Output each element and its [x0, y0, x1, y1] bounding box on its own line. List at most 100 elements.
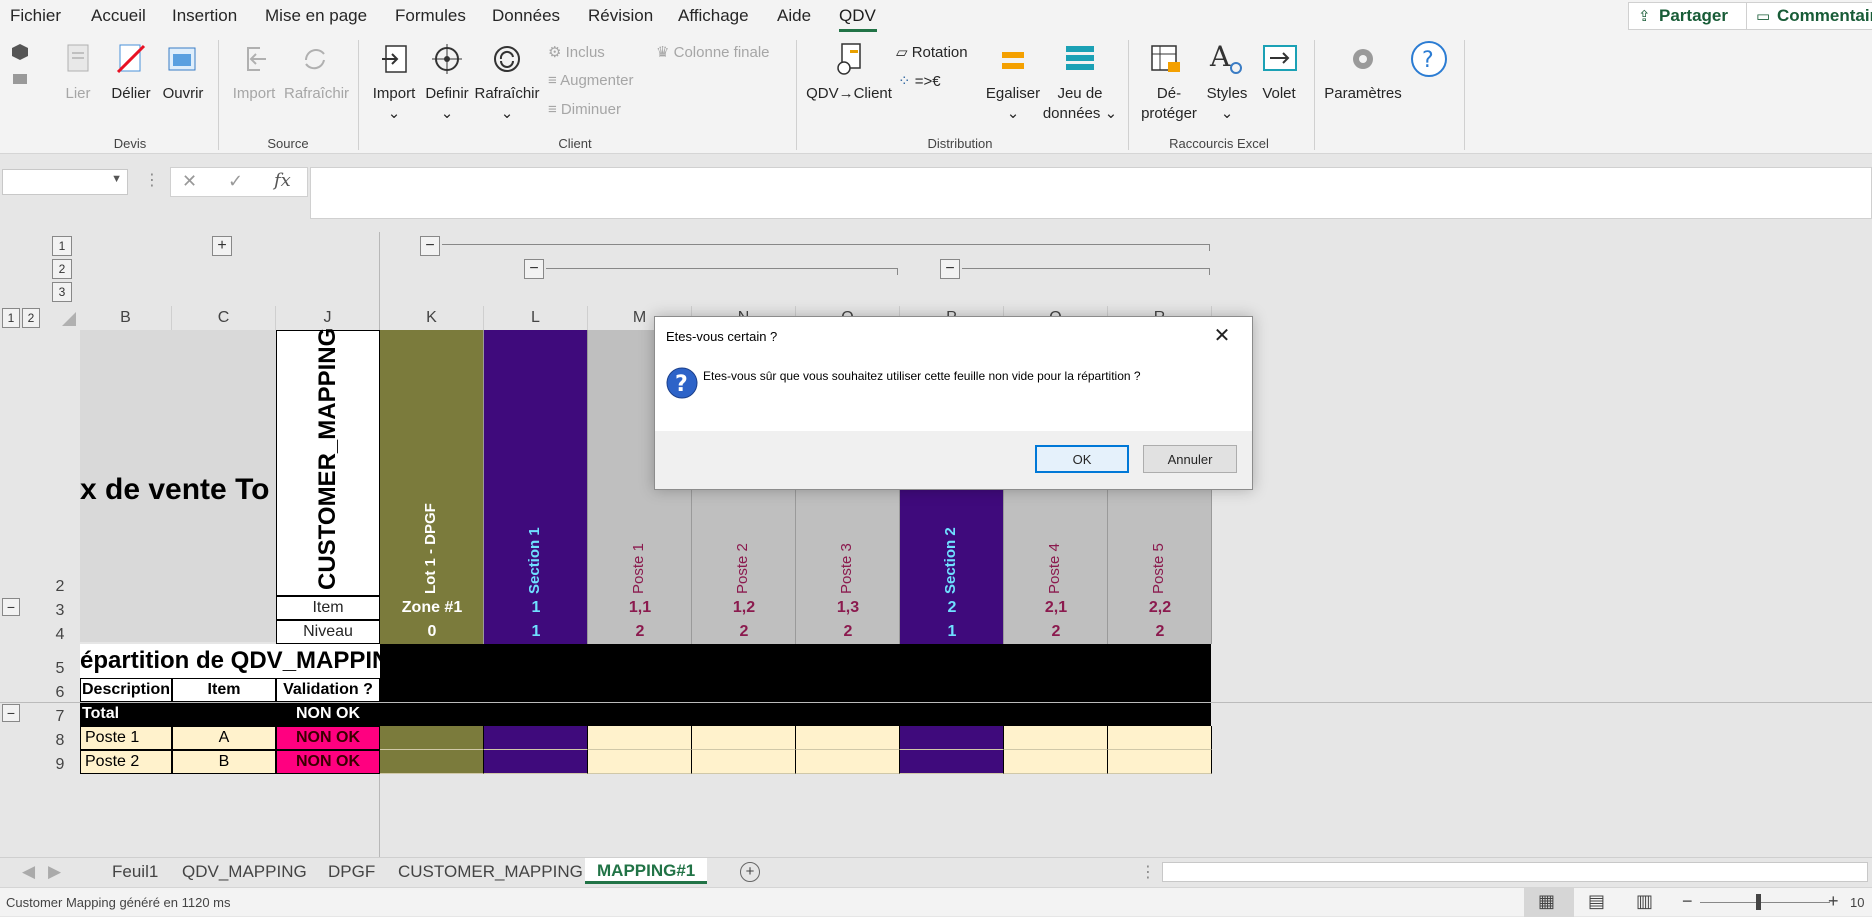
cancel-icon[interactable]: ✕ [182, 171, 197, 192]
augmenter-button[interactable]: ≡ Augmenter [548, 72, 633, 89]
styles-button[interactable]: Styles ⌄ [1202, 84, 1252, 124]
poste-value-cell[interactable] [900, 750, 1004, 774]
client-rafraichir-button[interactable]: Rafraîchir ⌄ [474, 84, 540, 124]
menu-mise-en-page[interactable]: Mise en page [265, 6, 367, 26]
dialog-close-icon[interactable]: ✕ [1207, 323, 1237, 349]
source-rafraichir-button[interactable]: Rafraîchir [284, 84, 349, 104]
outline-col-level-2[interactable]: 2 [52, 259, 72, 279]
poste-description[interactable]: Poste 2 [80, 750, 172, 774]
row-header-6[interactable]: 6 [40, 678, 80, 702]
poste-value-cell[interactable] [796, 726, 900, 750]
menu-accueil[interactable]: Accueil [91, 6, 146, 26]
poste-value-cell[interactable] [484, 750, 588, 774]
tab-scroll-right-icon[interactable]: ▶ [48, 862, 61, 882]
jeu-de-donnees-button[interactable]: Jeu de données ⌄ [1040, 84, 1120, 124]
parametres-button[interactable]: Paramètres [1322, 84, 1404, 104]
menu-revision[interactable]: Révision [588, 6, 653, 26]
colonne-finale-button[interactable]: ♛ Colonne finale [656, 43, 770, 61]
lier-button[interactable]: Lier [60, 84, 96, 104]
column-header-l[interactable]: L [484, 306, 588, 330]
outline-col-level-1[interactable]: 1 [52, 236, 72, 256]
qdv-client-button[interactable]: QDV→Client [804, 84, 894, 104]
egaliser-button[interactable]: Egaliser ⌄ [980, 84, 1046, 124]
enter-icon[interactable]: ✓ [228, 171, 243, 192]
column-header-k[interactable]: K [380, 306, 484, 330]
formula-input[interactable] [310, 167, 1872, 219]
zoom-slider-thumb[interactable] [1756, 894, 1761, 910]
ok-button[interactable]: OK [1035, 445, 1129, 473]
horizontal-scrollbar[interactable] [1162, 862, 1868, 882]
rotation-button[interactable]: ▱ Rotation [896, 43, 968, 61]
row-header-7[interactable]: 7 [40, 702, 80, 726]
small-tool-icon[interactable] [10, 70, 30, 90]
column-header-b[interactable]: B [80, 306, 172, 330]
name-box[interactable]: ▼ [2, 169, 128, 195]
tab-dpgf[interactable]: DPGF [328, 862, 375, 882]
tab-qdv-mapping[interactable]: QDV_MAPPING [182, 862, 307, 882]
chevron-down-icon[interactable]: ▼ [111, 173, 122, 185]
cube-icon[interactable] [10, 42, 30, 62]
deproteger-button[interactable]: Dé-protéger [1136, 84, 1202, 124]
row-header-4[interactable]: 4 [40, 620, 80, 644]
client-import-button[interactable]: Import ⌄ [370, 84, 418, 124]
collapse-row-group-7[interactable]: − [2, 704, 20, 722]
diminuer-button[interactable]: ≡ Diminuer [548, 101, 621, 118]
poste-value-cell[interactable] [380, 750, 484, 774]
select-all-icon[interactable] [60, 310, 78, 328]
client-definir-button[interactable]: Definir ⌄ [422, 84, 472, 124]
menu-fichier[interactable]: Fichier [10, 6, 61, 26]
poste-description[interactable]: Poste 1 [80, 726, 172, 750]
outline-row-level-2[interactable]: 2 [22, 308, 40, 328]
page-layout-icon[interactable]: ▤ [1588, 891, 1605, 912]
collapse-group-l[interactable]: − [524, 259, 544, 279]
poste-value-cell[interactable] [1004, 750, 1108, 774]
outline-expand-button[interactable]: + [212, 236, 232, 256]
tab-feuil1[interactable]: Feuil1 [112, 862, 158, 882]
menu-insertion[interactable]: Insertion [172, 6, 237, 26]
tab-scroll-left-icon[interactable]: ◀ [22, 862, 35, 882]
menu-donnees[interactable]: Données [492, 6, 560, 26]
menu-qdv[interactable]: QDV [839, 6, 876, 26]
add-sheet-icon[interactable]: + [740, 862, 760, 882]
zoom-out-icon[interactable]: − [1682, 891, 1693, 912]
poste-value-cell[interactable] [484, 726, 588, 750]
tab-customer-mapping[interactable]: CUSTOMER_MAPPING [398, 862, 583, 882]
zoom-in-icon[interactable]: + [1828, 891, 1839, 912]
outline-row-level-1[interactable]: 1 [2, 308, 20, 328]
poste-value-cell[interactable] [796, 750, 900, 774]
menu-aide[interactable]: Aide [777, 6, 811, 26]
page-break-icon[interactable]: ▥ [1636, 891, 1653, 912]
row-header-8[interactable]: 8 [40, 726, 80, 750]
source-import-button[interactable]: Import [228, 84, 280, 104]
poste-value-cell[interactable] [588, 750, 692, 774]
poste-value-cell[interactable] [692, 750, 796, 774]
row-header-3[interactable]: 3 [40, 596, 80, 620]
outline-col-level-3[interactable]: 3 [52, 282, 72, 302]
poste-value-cell[interactable] [692, 726, 796, 750]
row-header-2[interactable]: 2 [40, 330, 80, 596]
collapse-group-p[interactable]: − [940, 259, 960, 279]
menu-formules[interactable]: Formules [395, 6, 466, 26]
poste-value-cell[interactable] [1108, 750, 1212, 774]
poste-value-cell[interactable] [380, 726, 484, 750]
collapse-group-k[interactable]: − [420, 236, 440, 256]
row-header-5[interactable]: 5 [40, 644, 80, 678]
collapse-row-group-3[interactable]: − [2, 598, 20, 616]
delier-button[interactable]: Délier [108, 84, 154, 104]
ouvrir-button[interactable]: Ouvrir [160, 84, 206, 104]
poste-value-cell[interactable] [1004, 726, 1108, 750]
tab-splitter-icon[interactable]: ⋮ [1140, 862, 1156, 882]
row-header-9[interactable]: 9 [40, 750, 80, 774]
euro-button[interactable]: ⁘ =>€ [898, 72, 941, 90]
tab-mapping-1[interactable]: MAPPING#1 [585, 858, 708, 884]
column-header-c[interactable]: C [172, 306, 276, 330]
fx-icon[interactable]: fx [274, 170, 291, 191]
poste-item[interactable]: A [172, 726, 276, 750]
menu-affichage[interactable]: Affichage [678, 6, 749, 26]
poste-value-cell[interactable] [588, 726, 692, 750]
poste-value-cell[interactable] [900, 726, 1004, 750]
poste-value-cell[interactable] [1108, 726, 1212, 750]
comments-button[interactable]: ▭ Commentair [1746, 2, 1872, 30]
poste-item[interactable]: B [172, 750, 276, 774]
zoom-slider-track[interactable] [1700, 902, 1830, 903]
